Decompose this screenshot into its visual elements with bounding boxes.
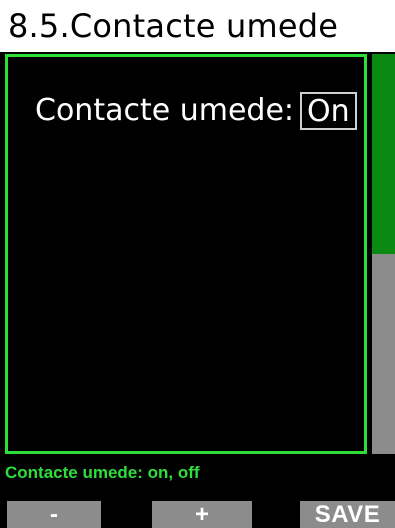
setting-label: Contacte umede: xyxy=(35,93,295,128)
options-hint: Contacte umede: on, off xyxy=(5,463,200,482)
save-button[interactable]: SAVE xyxy=(300,501,395,528)
page-title: 8.5.Contacte umede xyxy=(8,7,339,45)
scrollbar[interactable] xyxy=(372,54,395,454)
setting-value-field[interactable]: On xyxy=(300,92,357,130)
scrollbar-thumb[interactable] xyxy=(372,54,395,254)
settings-panel: Contacte umede: On xyxy=(5,54,367,454)
setting-row-wet-contacts[interactable]: Contacte umede: On xyxy=(35,91,357,131)
plus-button[interactable]: + xyxy=(152,501,252,528)
title-bar: 8.5.Contacte umede xyxy=(0,0,395,52)
minus-button[interactable]: - xyxy=(7,501,101,528)
